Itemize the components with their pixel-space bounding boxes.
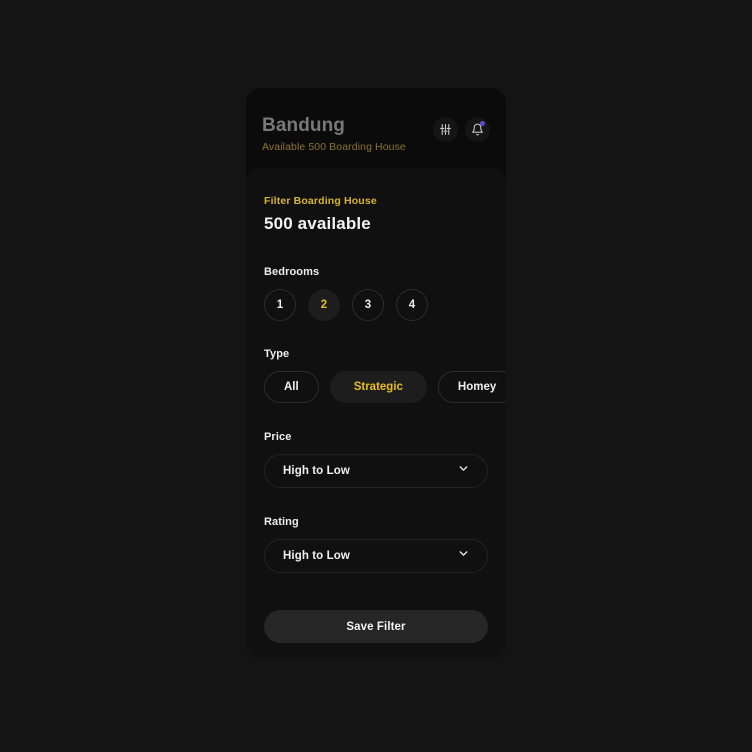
- rating-sort-dropdown[interactable]: High to Low: [264, 539, 488, 573]
- filter-panel: Filter Boarding House 500 available Bedr…: [246, 168, 506, 658]
- price-sort-value: High to Low: [283, 465, 350, 477]
- header-titles: Bandung Available 500 Boarding House: [262, 114, 406, 155]
- available-count: 500 available: [264, 214, 371, 233]
- bedrooms-options: 1 2 3 4: [264, 289, 488, 321]
- app-header: Bandung Available 500 Boarding House: [246, 88, 506, 170]
- screen-background: Bandung Available 500 Boarding House Fil…: [0, 0, 752, 752]
- bedroom-option-3[interactable]: 3: [352, 289, 384, 321]
- availability-subtitle: Available 500 Boarding House: [262, 141, 406, 153]
- type-label: Type: [264, 348, 290, 360]
- filter-settings-button[interactable]: [433, 117, 458, 142]
- bedroom-option-2[interactable]: 2: [308, 289, 340, 321]
- price-sort-dropdown[interactable]: High to Low: [264, 454, 488, 488]
- bedrooms-label: Bedrooms: [264, 266, 320, 278]
- price-label: Price: [264, 431, 292, 443]
- type-options: All Strategic Homey: [264, 371, 506, 403]
- save-filter-button[interactable]: Save Filter: [264, 610, 488, 643]
- filter-panel-eyebrow: Filter Boarding House: [264, 195, 377, 207]
- boarding-house-filter-card: Bandung Available 500 Boarding House Fil…: [246, 88, 506, 658]
- type-option-homey[interactable]: Homey: [437, 371, 506, 403]
- notifications-button[interactable]: [465, 117, 490, 142]
- header-actions: [433, 114, 490, 142]
- chevron-down-icon: [457, 547, 470, 565]
- bedroom-option-1[interactable]: 1: [264, 289, 296, 321]
- sliders-icon: [439, 123, 452, 136]
- type-option-all[interactable]: All: [264, 371, 319, 403]
- type-option-strategic[interactable]: Strategic: [329, 371, 427, 403]
- rating-sort-value: High to Low: [283, 550, 350, 562]
- chevron-down-icon: [457, 462, 470, 480]
- header-row: Bandung Available 500 Boarding House: [262, 114, 490, 155]
- page-title: Bandung: [262, 115, 346, 136]
- rating-label: Rating: [264, 516, 299, 528]
- bedroom-option-4[interactable]: 4: [396, 289, 428, 321]
- notification-badge-dot: [480, 121, 485, 126]
